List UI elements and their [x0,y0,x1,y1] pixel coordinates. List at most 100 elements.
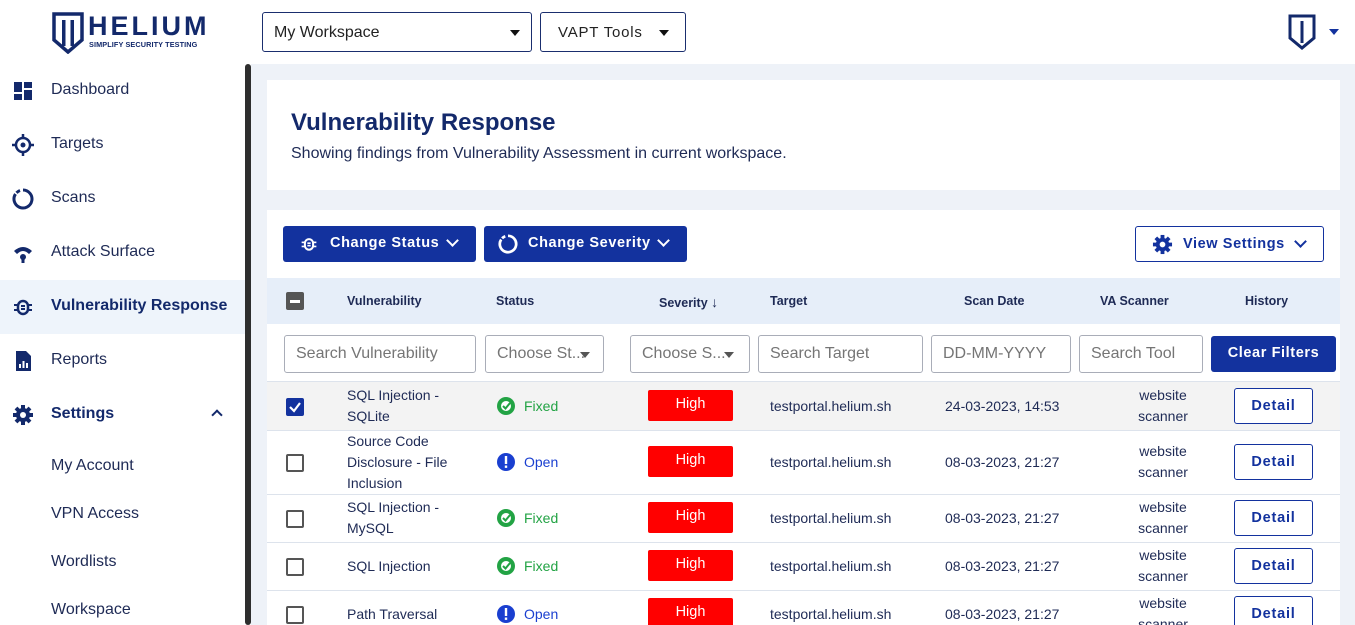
change-severity-button[interactable]: Change Severity [484,226,687,262]
column-header-status[interactable]: Status [496,294,534,308]
column-header-history: History [1245,294,1289,308]
detail-button[interactable]: Detail [1234,388,1313,424]
sort-down-icon: ↓ [711,294,719,310]
user-shield-icon [1288,14,1316,50]
vulnerability-filter-input[interactable]: Search Vulnerability [284,335,476,373]
target-url: testportal.helium.sh [770,398,892,414]
profile-menu[interactable] [1288,14,1340,50]
column-header-target[interactable]: Target [770,294,807,308]
indeterminate-icon [290,299,300,303]
workspace-select-value: My Workspace [274,24,380,41]
target-filter-input[interactable]: Search Target [758,335,923,373]
column-header-va-scanner[interactable]: VA Scanner [1100,294,1169,308]
va-scanner: website scanner [1138,387,1188,424]
vulnerability-name: SQL Injection - MySQL [347,499,440,536]
column-header-vulnerability[interactable]: Vulnerability [347,294,422,308]
change-status-label: Change Status [330,235,440,251]
change-status-button[interactable]: Change Status [283,226,476,262]
detail-button[interactable]: Detail [1234,500,1313,536]
scan-date: 08-03-2023, 21:27 [945,454,1060,470]
row-checkbox[interactable] [286,606,304,624]
sidebar-item-attack-surface[interactable]: Attack Surface [0,226,246,280]
status-filter-select[interactable]: Choose St... [485,335,604,373]
status-filter-placeholder: Choose St... [497,345,585,362]
severity-badge: High [648,502,733,533]
column-header-scan-date[interactable]: Scan Date [964,294,1024,308]
column-header-severity[interactable]: Severity ↓ [659,294,718,310]
severity-badge: High [648,598,733,625]
sidebar-item-reports[interactable]: Reports [0,334,246,388]
sidebar-subitem-vpn-access[interactable]: VPN Access [51,505,139,523]
tool-filter-input[interactable]: Search Tool [1079,335,1203,373]
vulnerability-filter-placeholder: Search Vulnerability [296,345,438,362]
caret-down-icon [1329,29,1339,35]
status-fixed: Fixed [496,508,586,529]
severity-badge: High [648,390,733,421]
fixed-bug-icon [497,397,515,415]
target-url: testportal.helium.sh [770,606,892,622]
chevron-down-icon [657,234,670,247]
detail-button[interactable]: Detail [1234,596,1313,625]
sidebar-item-label: Settings [51,405,115,422]
date-filter-placeholder: DD-MM-YYYY [943,345,1047,362]
row-checkbox[interactable] [286,454,304,472]
sidebar-item-label: Dashboard [51,81,130,98]
helium-logo[interactable]: HELIUM SIMPLIFY SECURITY TESTING [52,11,222,55]
sidebar-subitem-workspace[interactable]: Workspace [51,601,131,619]
clear-filters-button[interactable]: Clear Filters [1211,336,1336,372]
tools-select[interactable]: VAPT Tools [540,12,686,52]
severity-filter-select[interactable]: Choose S... [630,335,750,373]
workspace-select[interactable]: My Workspace [262,12,532,52]
bug-icon [301,238,317,251]
status-fixed: Fixed [496,396,586,417]
row-checkbox[interactable] [286,558,304,576]
table-row[interactable]: SQL Injection - SQLite Fixed High testpor… [267,382,1340,431]
vulnerability-name: Source Code Disclosure - File Inclusion [347,433,448,491]
caret-down-icon [659,30,669,36]
sidebar-item-targets[interactable]: Targets [0,118,246,172]
table-row[interactable]: SQL Injection - MySQL Fixed High testport… [267,495,1340,543]
dashboard-icon [14,82,32,100]
caret-down-icon [580,352,590,358]
fixed-bug-icon [497,509,515,527]
table-row[interactable]: Path Traversal Open High testportal.heli… [267,591,1340,625]
brand-tagline: SIMPLIFY SECURITY TESTING [89,40,198,49]
detail-button[interactable]: Detail [1234,444,1313,480]
brand-name: HELIUM [88,11,210,41]
table-row[interactable]: Source Code Disclosure - File Inclusion Op… [267,431,1340,495]
sidebar-subitem-wordlists[interactable]: Wordlists [51,553,117,571]
chevron-down-icon [446,234,459,247]
gear-icon [1152,234,1173,255]
sidebar-item-label: Scans [51,189,96,206]
status-fixed: Fixed [496,556,586,577]
sidebar-item-dashboard[interactable]: Dashboard [0,64,246,118]
va-scanner: website scanner [1138,547,1188,584]
alert-circle-icon [497,453,515,471]
bug-icon [14,299,32,316]
row-checkbox[interactable] [286,510,304,528]
select-all-checkbox[interactable] [286,292,304,310]
vulnerability-name: SQL Injection - SQLite [347,387,440,424]
view-settings-button[interactable]: View Settings [1135,226,1324,262]
shield-logo-icon [52,12,84,55]
sidebar-item-settings[interactable]: Settings [0,388,246,442]
sidebar-item-scans[interactable]: Scans [0,172,246,226]
table-row[interactable]: SQL Injection Fixed High testportal.heli… [267,543,1340,591]
severity-badge: High [648,550,733,581]
view-settings-label: View Settings [1183,236,1285,252]
checkmark-icon [289,402,301,413]
scan-icon [12,188,34,210]
sidebar-subitem-my-account[interactable]: My Account [51,457,134,475]
sidebar-item-label: Vulnerability Response [51,297,228,314]
change-severity-label: Change Severity [528,235,651,251]
chevron-up-icon [211,409,223,421]
detail-button[interactable]: Detail [1234,548,1313,584]
sidebar-item-vulnerability-response[interactable]: Vulnerability Response [0,280,246,334]
target-filter-placeholder: Search Target [770,345,870,362]
alert-circle-icon [497,605,515,623]
caret-down-icon [724,352,734,358]
date-filter-input[interactable]: DD-MM-YYYY [931,335,1071,373]
row-checkbox[interactable] [286,398,304,416]
vulnerability-name: Path Traversal [347,606,438,622]
target-url: testportal.helium.sh [770,558,892,574]
